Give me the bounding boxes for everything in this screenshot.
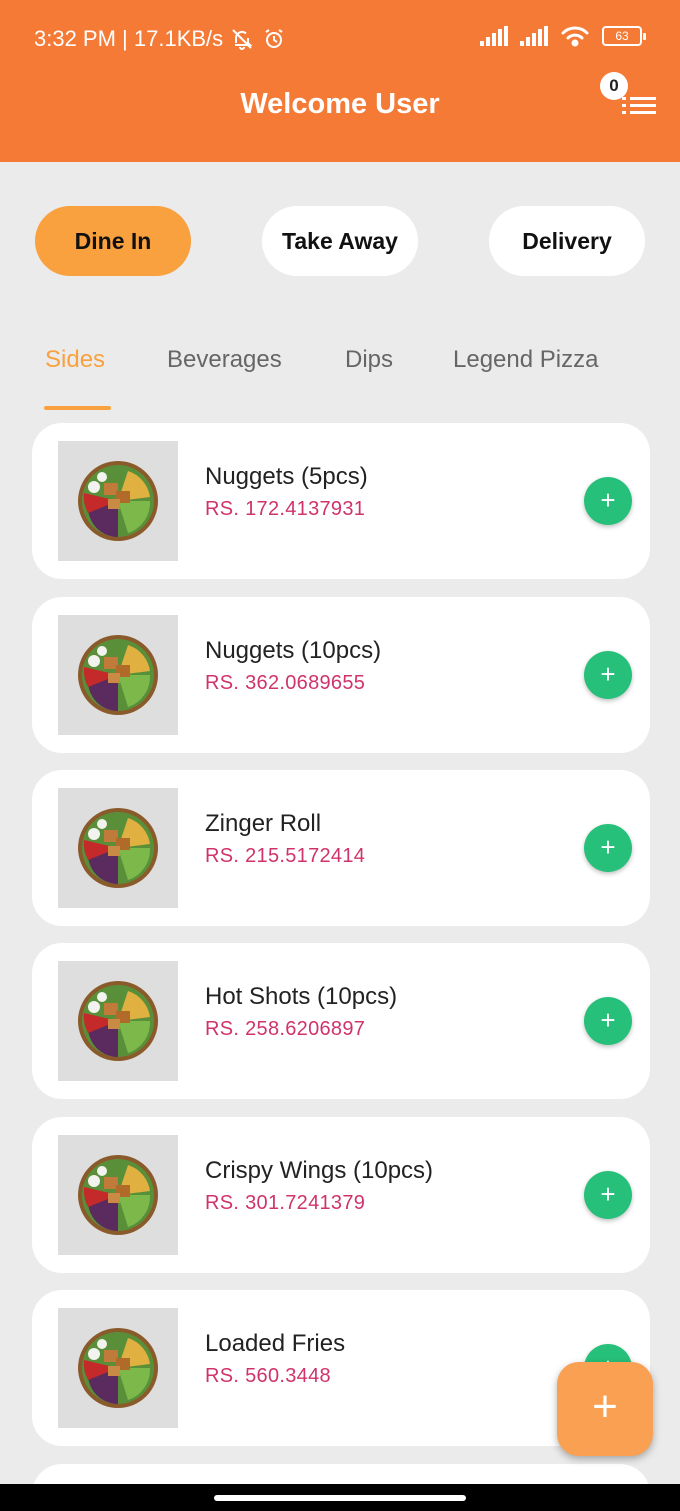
add-to-cart-button[interactable]: + [584, 824, 632, 872]
item-price: RS. 301.7241379 [205, 1192, 366, 1214]
item-price: RS. 258.6206897 [205, 1018, 366, 1040]
list-item[interactable]: Nuggets (10pcs) RS. 362.0689655 + [32, 597, 650, 753]
list-item[interactable]: Nuggets (5pcs) RS. 172.4137931 + [32, 423, 650, 579]
add-to-cart-button[interactable]: + [584, 997, 632, 1045]
item-name: Zinger Roll [205, 810, 322, 837]
system-nav-bar [0, 1484, 680, 1511]
alarm-icon [265, 29, 283, 48]
food-image [58, 441, 178, 561]
page-title: Welcome User [240, 88, 440, 120]
battery-icon: 63 [602, 26, 646, 46]
item-price: RS. 362.0689655 [205, 672, 366, 694]
item-name: Nuggets (5pcs) [205, 463, 368, 490]
food-image [58, 788, 178, 908]
app-header: 3:32 PM | 17.1KB/s 63 Welcome User 0 [0, 0, 680, 162]
add-to-cart-button[interactable]: + [584, 651, 632, 699]
list-icon [622, 97, 656, 114]
status-time-speed: 3:32 PM | 17.1KB/s [34, 26, 224, 51]
list-item[interactable]: Zinger Roll RS. 215.5172414 + [32, 770, 650, 926]
add-to-cart-button[interactable]: + [584, 477, 632, 525]
dine-in-button[interactable]: Dine In [35, 206, 191, 276]
category-tabs: Sides Beverages Dips Legend Pizza [0, 340, 680, 412]
food-image [58, 615, 178, 735]
list-item[interactable]: Hot Shots (10pcs) RS. 258.6206897 + [32, 943, 650, 1099]
wifi-icon [561, 26, 589, 47]
status-bar-left: 3:32 PM | 17.1KB/s [34, 26, 287, 52]
tab-legend-pizza[interactable]: Legend Pizza [453, 346, 598, 374]
signal-icon [480, 26, 508, 46]
item-name: Crispy Wings (10pcs) [205, 1157, 434, 1184]
take-away-button[interactable]: Take Away [262, 206, 418, 276]
home-indicator[interactable] [214, 1495, 466, 1501]
item-price: RS. 172.4137931 [205, 498, 366, 520]
list-item[interactable]: Crispy Wings (10pcs) RS. 301.7241379 + [32, 1117, 650, 1273]
food-image [58, 1135, 178, 1255]
order-type-selector: Dine In Take Away Delivery [0, 206, 680, 276]
add-fab-button[interactable]: + [557, 1362, 653, 1456]
status-bar-right: 63 [480, 24, 646, 48]
item-price: RS. 560.3448 [205, 1365, 331, 1387]
food-image [58, 961, 178, 1081]
item-name: Loaded Fries [205, 1330, 346, 1357]
tab-dips[interactable]: Dips [345, 346, 393, 374]
tab-beverages[interactable]: Beverages [167, 346, 282, 374]
signal-icon [520, 26, 548, 46]
active-tab-indicator [44, 406, 111, 410]
item-name: Nuggets (10pcs) [205, 637, 382, 664]
add-to-cart-button[interactable]: + [584, 1171, 632, 1219]
bell-off-icon [232, 29, 253, 50]
tab-sides[interactable]: Sides [45, 346, 105, 374]
item-price: RS. 215.5172414 [205, 845, 366, 867]
cart-button[interactable]: 0 [600, 72, 660, 128]
item-name: Hot Shots (10pcs) [205, 983, 398, 1010]
delivery-button[interactable]: Delivery [489, 206, 645, 276]
food-image [58, 1308, 178, 1428]
